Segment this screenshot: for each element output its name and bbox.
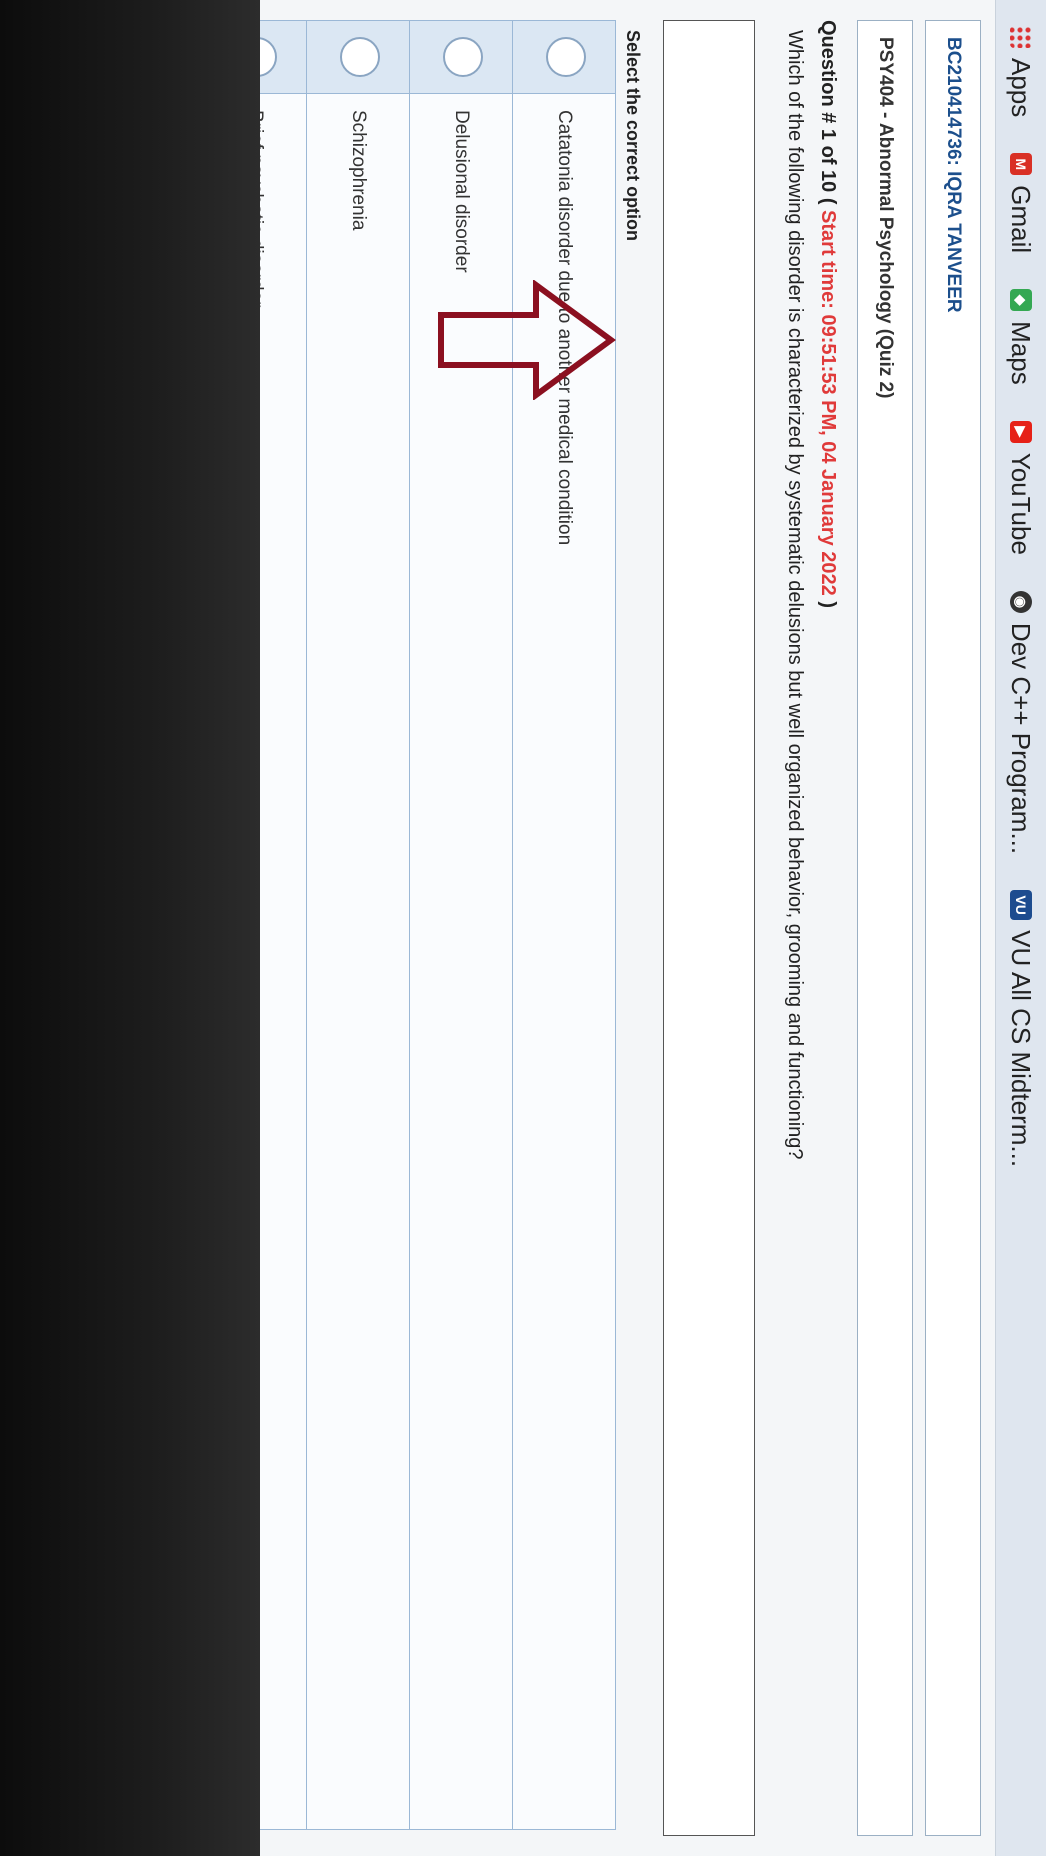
quiz-page: BC210414736: IQRA TANVEER PSY404 - Abnor… — [260, 0, 995, 1856]
option-label[interactable]: Brief psychotic disorder — [260, 93, 307, 1830]
youtube-icon: ▶ — [1010, 420, 1032, 443]
option-row[interactable]: Schizophrenia — [306, 20, 410, 1830]
select-option-label: Select the correct option — [623, 30, 643, 242]
arrow-annotation-icon — [438, 280, 616, 400]
screen: Apps M Gmail ◆ Maps ▶ YouTube ◉ Dev C++ … — [260, 0, 1046, 1856]
question-number: Question # 1 of 10 ( — [817, 20, 839, 205]
radio-button[interactable] — [443, 37, 484, 77]
option-label[interactable]: Schizophrenia — [306, 93, 410, 1830]
radio-cell[interactable] — [260, 20, 307, 94]
bookmark-apps[interactable]: Apps — [1006, 26, 1037, 117]
bookmark-label: Apps — [1006, 58, 1037, 118]
gmail-icon: M — [1010, 153, 1032, 176]
question-header: Question # 1 of 10 ( Start time: 09:51:5… — [806, 20, 845, 1836]
radio-button[interactable] — [260, 37, 278, 77]
course-title: PSY404 - Abnormal Psychology (Quiz 2) — [857, 20, 913, 1836]
devcpp-icon: ◉ — [1010, 590, 1032, 613]
radio-button[interactable] — [340, 37, 381, 77]
bookmark-devcpp[interactable]: ◉ Dev C++ Program... — [1006, 590, 1037, 855]
start-time: Start time: 09:51:53 PM, 04 January 2022 — [817, 210, 839, 596]
student-id: BC210414736: IQRA TANVEER — [925, 20, 981, 1836]
vu-icon: VU — [1010, 890, 1032, 921]
radio-button[interactable] — [546, 37, 587, 77]
apps-grid-icon — [1010, 26, 1032, 48]
radio-cell[interactable] — [409, 20, 513, 94]
bookmark-maps[interactable]: ◆ Maps — [1006, 289, 1037, 385]
bookmark-youtube[interactable]: ▶ YouTube — [1006, 420, 1037, 555]
bookmark-label: Dev C++ Program... — [1006, 622, 1037, 855]
question-text: Which of the following disorder is chara… — [784, 30, 806, 1160]
radio-cell[interactable] — [512, 20, 616, 94]
bookmark-label: Gmail — [1006, 185, 1037, 254]
bookmark-vu[interactable]: VU VU All CS Midterm... — [1006, 890, 1037, 1167]
dark-background — [0, 0, 260, 1856]
question-image-area — [663, 20, 755, 1836]
close-paren: ) — [817, 601, 839, 609]
bookmark-label: YouTube — [1006, 452, 1037, 555]
bookmark-label: Maps — [1006, 321, 1037, 385]
maps-icon: ◆ — [1010, 289, 1032, 312]
option-row[interactable]: Brief psychotic disorder — [260, 20, 307, 1830]
bookmark-label: VU All CS Midterm... — [1006, 930, 1037, 1168]
bookmarks-bar: Apps M Gmail ◆ Maps ▶ YouTube ◉ Dev C++ … — [995, 0, 1046, 1856]
bookmark-gmail[interactable]: M Gmail — [1006, 153, 1037, 253]
radio-cell[interactable] — [306, 20, 410, 94]
